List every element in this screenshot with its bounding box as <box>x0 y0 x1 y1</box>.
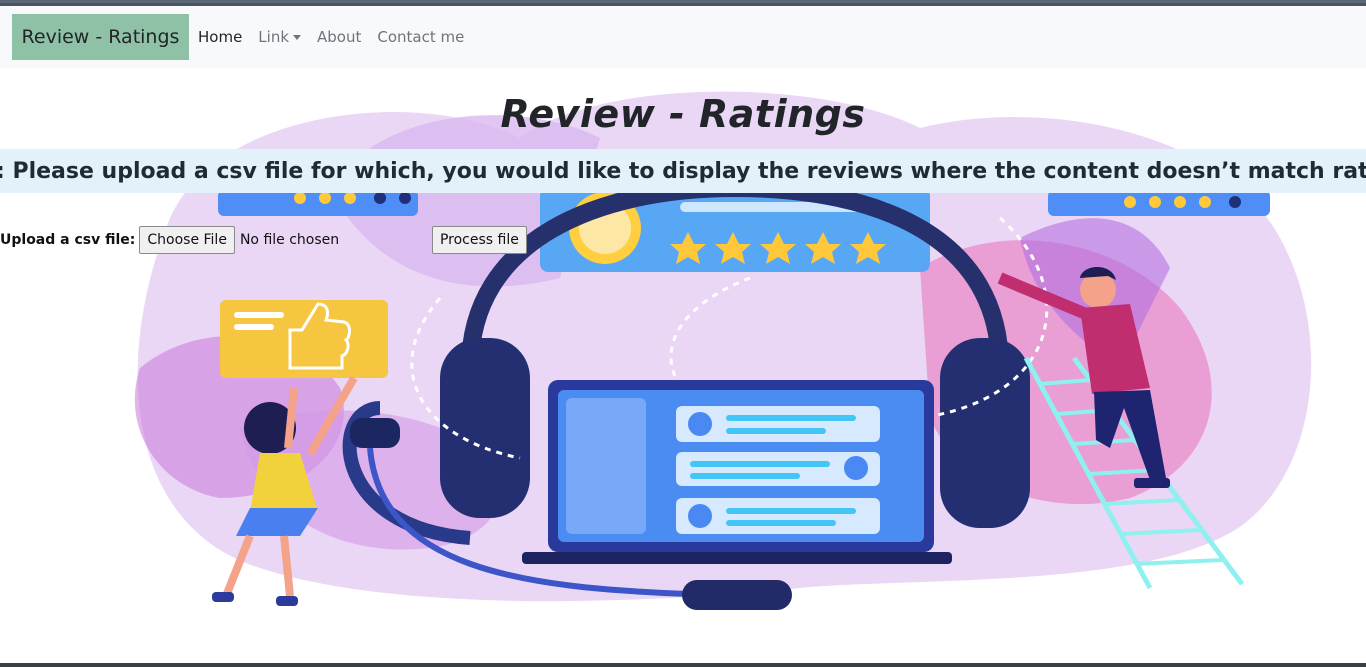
upload-note: Note: Please upload a csv file for which… <box>0 149 1366 193</box>
nav-links: Home Link About Contact me <box>198 28 480 46</box>
file-status-text: No file chosen <box>239 232 340 248</box>
page-title: Review - Ratings <box>500 92 866 136</box>
nav-link-home[interactable]: Home <box>198 28 242 46</box>
navbar-brand[interactable]: Review - Ratings <box>12 14 189 60</box>
choose-file-button[interactable]: Choose File <box>139 226 235 254</box>
nav-link-about[interactable]: About <box>317 28 361 46</box>
nav-link-dropdown[interactable]: Link <box>258 28 302 46</box>
upload-form: Upload a csv file: Choose File No file c… <box>0 226 527 254</box>
nav-link-contact[interactable]: Contact me <box>377 28 464 46</box>
navbar: Review - Ratings Home Link About Contact… <box>0 6 1366 68</box>
upload-label: Upload a csv file: <box>0 232 136 248</box>
window-bottom-strip <box>0 663 1366 667</box>
process-file-button[interactable]: Process file <box>431 226 527 254</box>
nav-link-dropdown-label: Link <box>258 28 290 46</box>
caret-down-icon <box>293 34 302 40</box>
